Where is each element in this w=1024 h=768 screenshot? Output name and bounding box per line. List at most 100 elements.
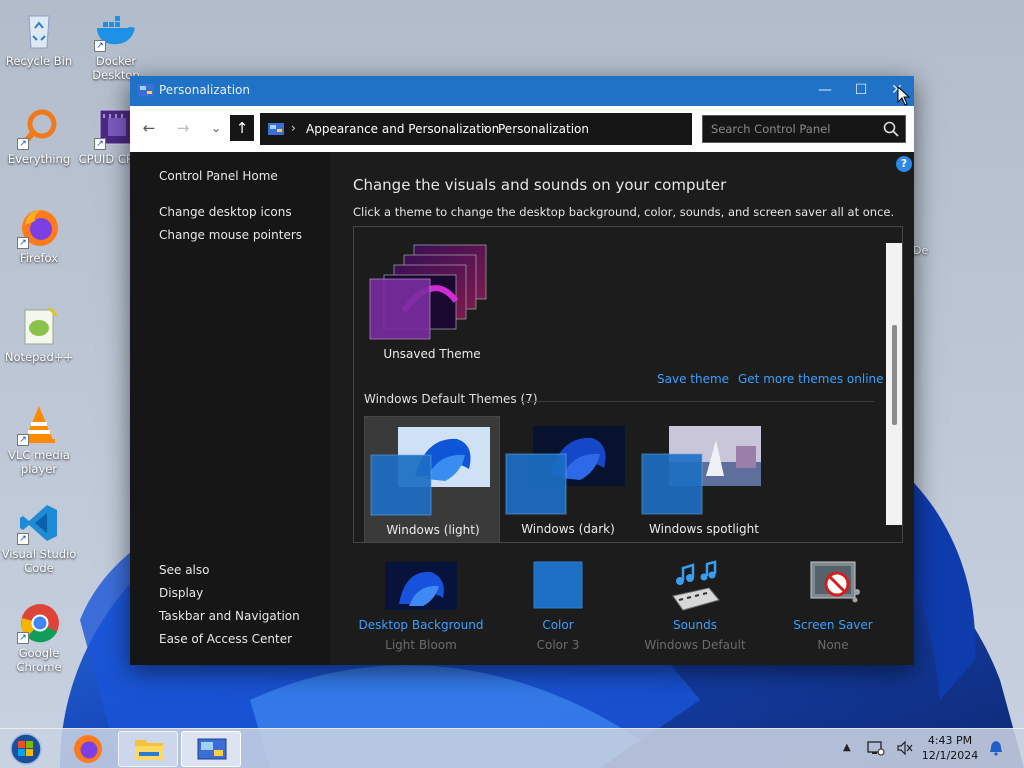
desktop-icon-chrome[interactable]: ↗ Google Chrome (1, 600, 77, 674)
tile-value: Color 3 (536, 638, 580, 652)
taskbar: ▲ 4:43 PM 12/1/2024 (0, 728, 1024, 768)
shortcut-arrow-icon: ↗ (17, 632, 29, 644)
control-panel-icon (138, 84, 154, 96)
tile-label[interactable]: Screen Saver (758, 618, 908, 632)
desktop-icon-label: Notepad++ (4, 350, 74, 364)
taskbar-file-explorer[interactable] (118, 731, 178, 767)
tile-label[interactable]: Desktop Background (346, 618, 496, 632)
ease-of-access-link[interactable]: Ease of Access Center (159, 632, 292, 646)
color-tile[interactable]: Color Color 3 (483, 558, 633, 652)
start-button[interactable] (6, 731, 48, 767)
tile-label[interactable]: Sounds (620, 618, 770, 632)
theme-windows-light[interactable]: Windows (light) (364, 416, 500, 542)
recent-locations-button[interactable]: ⌄ (204, 116, 228, 140)
shortcut-arrow-icon: ↗ (17, 237, 29, 249)
desktop-icon-label: Everything (7, 152, 71, 166)
up-button[interactable]: ↑ (230, 115, 254, 141)
screen-saver-icon (810, 561, 860, 603)
desktop-icon-everything[interactable]: ↗ Everything (1, 106, 77, 166)
desktop-icon-docker[interactable]: ↗ Docker Desktop (78, 8, 154, 82)
volume-muted-icon[interactable] (896, 740, 914, 756)
theme-thumbnail-windows-dark (505, 426, 625, 515)
tile-value: None (817, 638, 849, 652)
see-also-heading: See also (159, 563, 210, 577)
group-divider (522, 401, 874, 402)
theme-windows-dark[interactable]: Windows (dark) (500, 416, 636, 542)
shortcut-arrow-icon: ↗ (94, 138, 106, 150)
clock-time: 4:43 PM (927, 734, 973, 747)
network-icon[interactable] (867, 740, 885, 756)
breadcrumb-separator: › (291, 121, 296, 135)
address-bar: ← → ⌄ ↑ › Appearance and Personalization… (130, 106, 914, 152)
theme-unsaved[interactable]: Unsaved Theme (364, 241, 500, 369)
theme-label: Windows spotlight (649, 522, 759, 536)
change-desktop-icons-link[interactable]: Change desktop icons (159, 205, 292, 219)
theme-label: Windows (dark) (521, 522, 615, 536)
personalization-window: Personalization — ☐ ✕ ← → ⌄ ↑ › Appearan… (130, 76, 914, 665)
search-input[interactable] (711, 121, 871, 137)
maximize-button[interactable]: ☐ (843, 76, 879, 106)
show-hidden-icons-chevron[interactable]: ▲ (843, 742, 851, 753)
theme-list-scrollbar[interactable] (886, 243, 902, 525)
sounds-icon (672, 560, 720, 611)
desktop-icon-label: Google Chrome (16, 646, 62, 674)
page-subtitle: Click a theme to change the desktop back… (353, 205, 895, 219)
theme-windows-spotlight[interactable]: Windows spotlight (636, 416, 772, 542)
control-panel-home-link[interactable]: Control Panel Home (159, 169, 278, 183)
shortcut-arrow-icon: ↗ (17, 138, 29, 150)
taskbar-firefox[interactable] (66, 731, 110, 767)
screen-saver-tile[interactable]: Screen Saver None (758, 558, 908, 652)
breadcrumb-separator: › (483, 121, 488, 135)
desktop-icon-vscode[interactable]: ↗ Visual Studio Code (1, 501, 77, 575)
recycle-bin-icon (28, 15, 50, 49)
desktop-background-icon (385, 562, 457, 610)
taskbar-navigation-link[interactable]: Taskbar and Navigation (159, 609, 300, 623)
scrollbar-thumb[interactable] (892, 325, 897, 425)
system-clock[interactable]: 4:43 PM 12/1/2024 (918, 733, 982, 763)
theme-thumbnail-windows-light (370, 427, 490, 516)
breadcrumb[interactable]: › Appearance and Personalization › Perso… (260, 113, 810, 145)
search-icon[interactable] (883, 121, 899, 137)
shortcut-arrow-icon: ↗ (94, 40, 106, 52)
minimize-button[interactable]: — (807, 76, 843, 106)
theme-label: Windows (light) (386, 523, 480, 537)
control-panel-icon (268, 123, 284, 135)
color-swatch-icon (533, 561, 583, 609)
desktop-icon-label: VLC media player (8, 448, 70, 476)
control-panel-icon (197, 738, 227, 760)
title-bar[interactable]: Personalization — ☐ ✕ (130, 76, 914, 106)
breadcrumb-personalization[interactable]: Personalization (498, 122, 589, 136)
clock-date: 12/1/2024 (921, 749, 979, 762)
left-navigation-pane: Control Panel Home Change desktop icons … (130, 152, 330, 665)
sounds-tile[interactable]: Sounds Windows Default (620, 558, 770, 652)
taskbar-control-panel[interactable] (181, 731, 241, 767)
help-button[interactable]: ? (896, 156, 912, 172)
desktop-icon-vlc[interactable]: ↗ VLC media player (1, 402, 77, 476)
change-mouse-pointers-link[interactable]: Change mouse pointers (159, 228, 302, 242)
theme-label: Unsaved Theme (383, 347, 481, 361)
shortcut-arrow-icon: ↗ (17, 434, 29, 446)
back-button[interactable]: ← (137, 116, 161, 140)
desktop-partial-text: De (913, 244, 929, 257)
file-explorer-icon (135, 740, 163, 760)
save-theme-link[interactable]: Save theme (657, 372, 729, 386)
tile-label[interactable]: Color (483, 618, 633, 632)
notepadpp-icon (24, 306, 59, 345)
page-title: Change the visuals and sounds on your co… (353, 176, 727, 194)
forward-button[interactable]: → (171, 116, 195, 140)
desktop-icon-label: Visual Studio Code (1, 547, 77, 575)
desktop-icon-notepadpp[interactable]: Notepad++ (1, 304, 77, 364)
desktop-background-tile[interactable]: Desktop Background Light Bloom (346, 558, 496, 652)
default-themes-group-header: Windows Default Themes (7) (364, 392, 538, 406)
desktop-icon-firefox[interactable]: ↗ Firefox (1, 205, 77, 265)
get-more-themes-link[interactable]: Get more themes online (738, 372, 884, 386)
breadcrumb-appearance[interactable]: Appearance and Personalization (306, 122, 499, 136)
display-link[interactable]: Display (159, 586, 203, 600)
theme-list: Unsaved Theme Save theme Get more themes… (353, 226, 903, 543)
search-box[interactable] (702, 115, 906, 143)
desktop-icon-recycle-bin[interactable]: Recycle Bin (1, 8, 77, 68)
start-orb-icon (10, 733, 42, 765)
theme-thumbnail-windows-spotlight (641, 426, 761, 515)
notification-bell-icon[interactable] (988, 740, 1004, 756)
theme-thumbnail-unsaved (369, 244, 487, 340)
